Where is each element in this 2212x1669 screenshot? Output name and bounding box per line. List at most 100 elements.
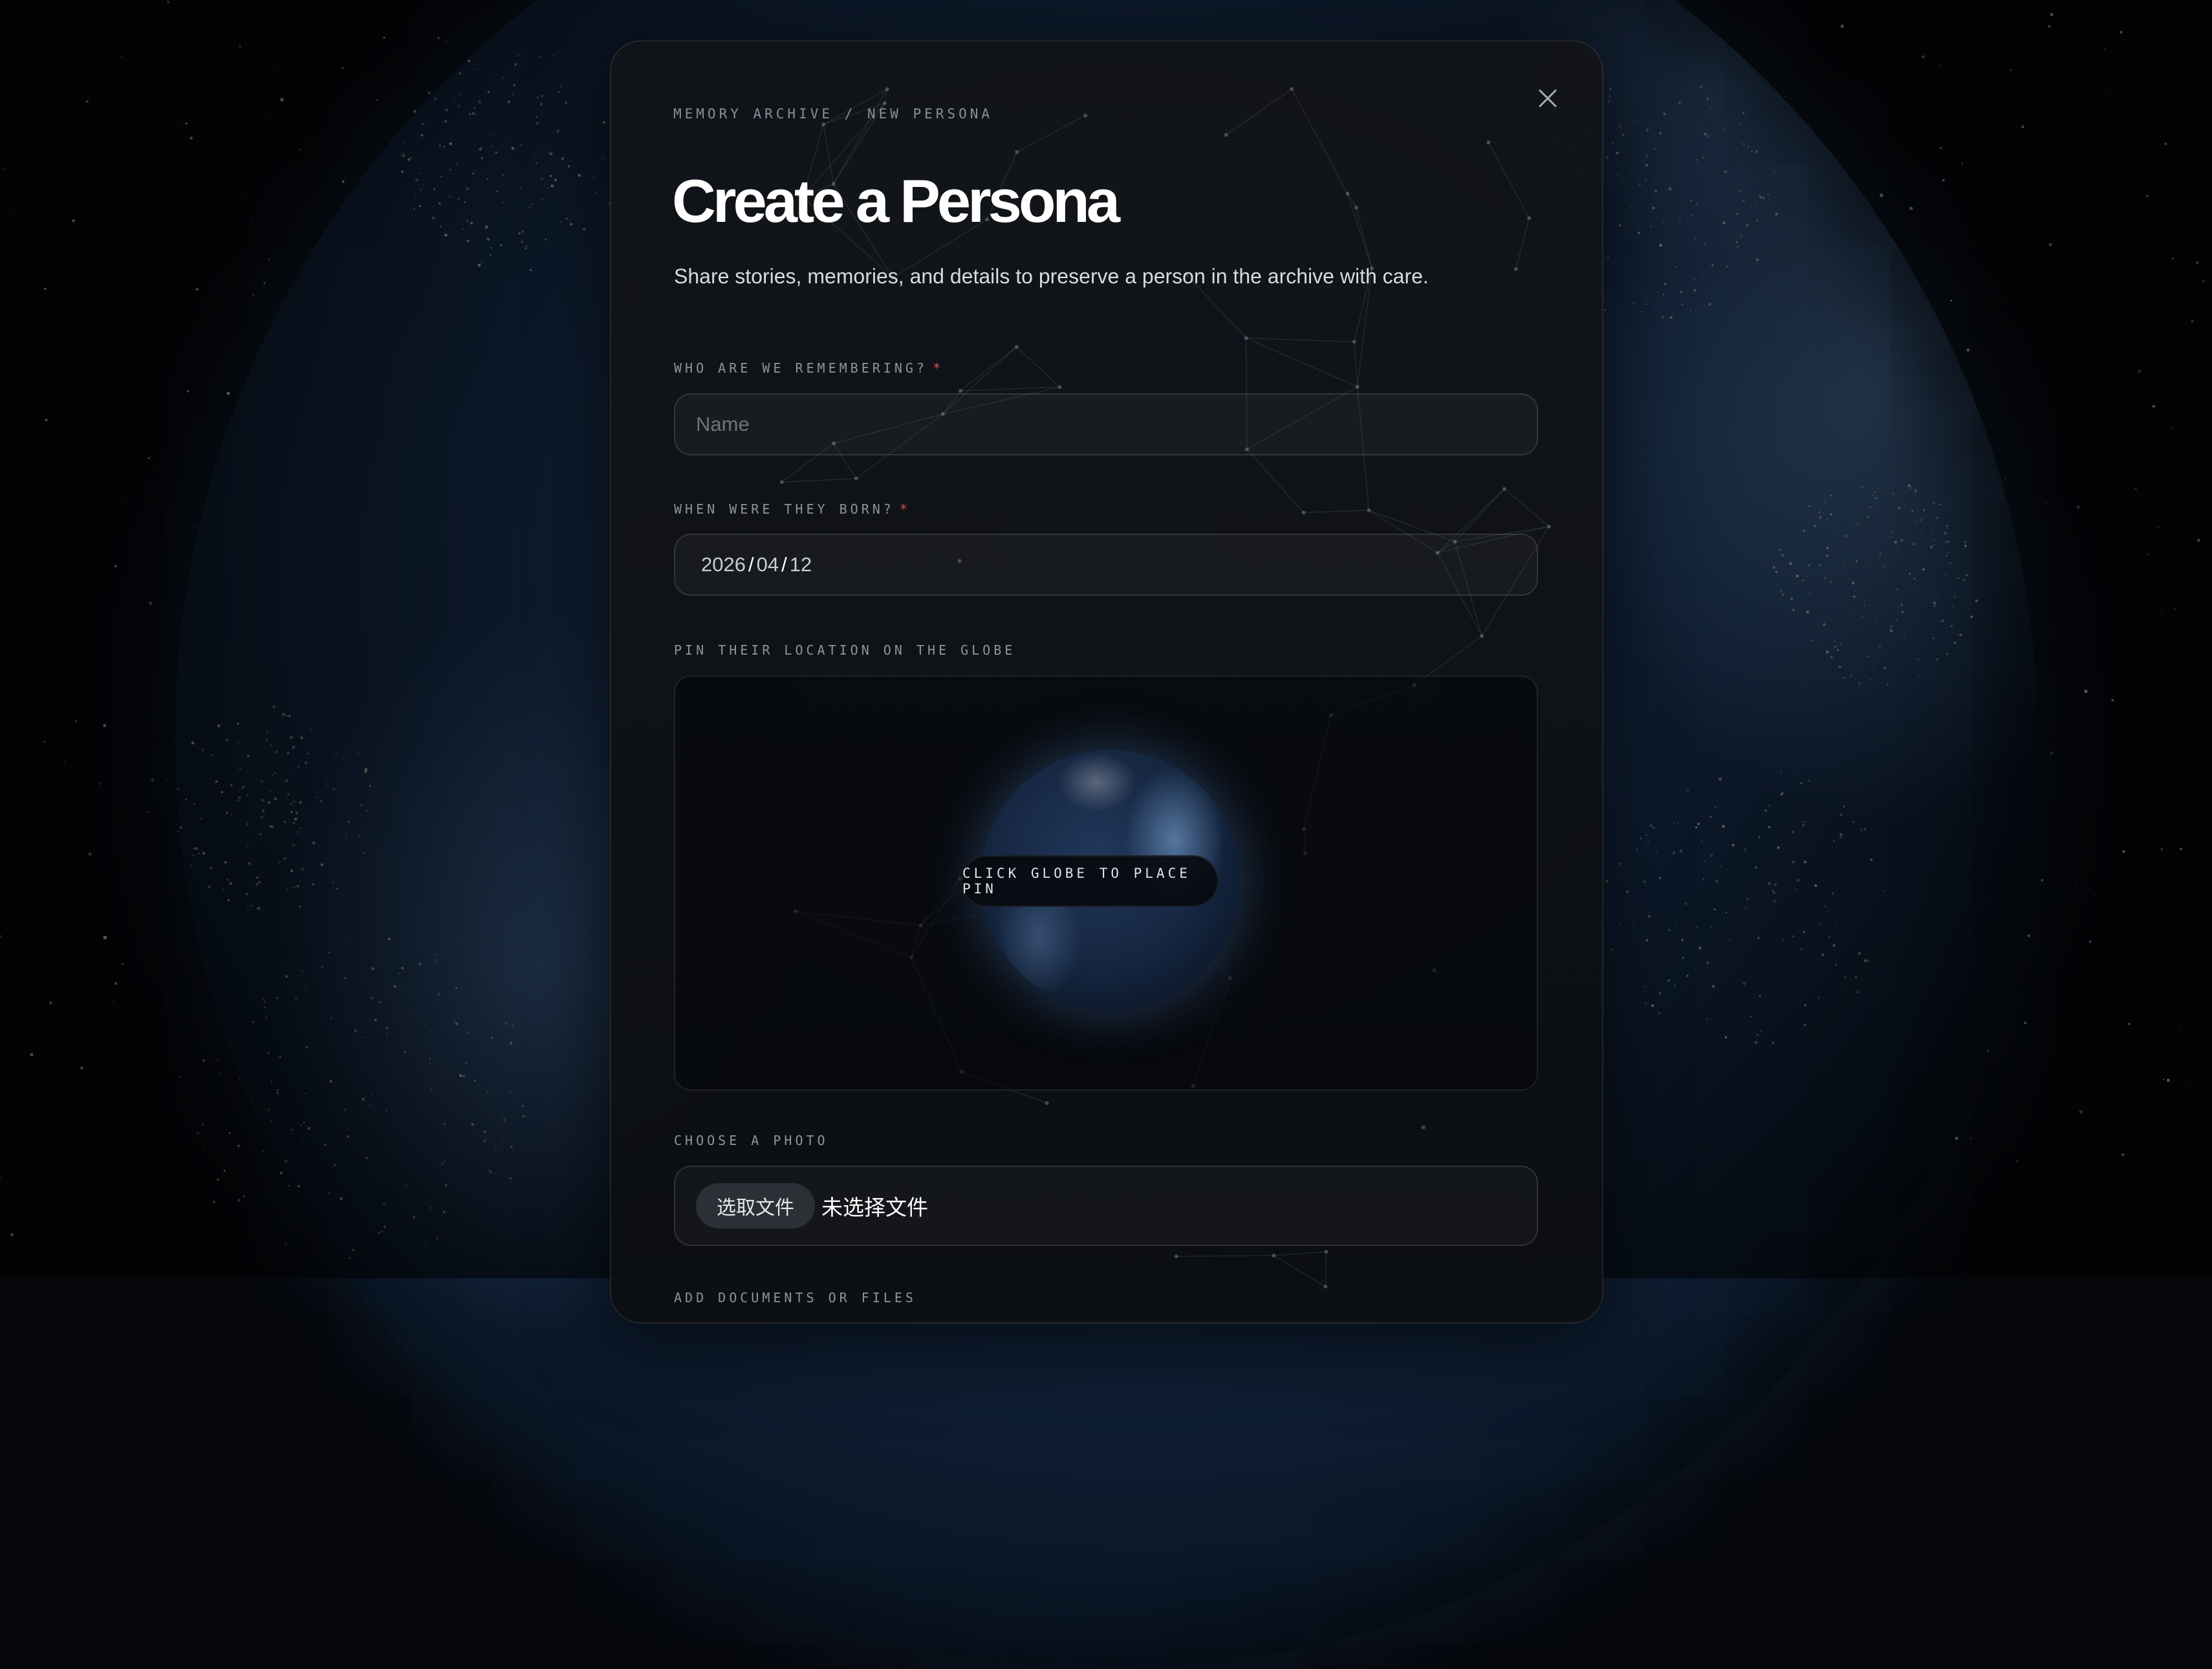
city-light: [1875, 497, 1878, 499]
date-day[interactable]: 12: [790, 553, 812, 576]
city-light: [1886, 683, 1889, 686]
city-light: [363, 852, 365, 854]
city-light: [439, 202, 441, 205]
city-light: [1698, 946, 1702, 950]
city-light: [291, 1128, 294, 1131]
city-light: [1678, 101, 1681, 104]
city-light: [259, 908, 261, 910]
city-light: [1743, 848, 1746, 851]
city-light: [1864, 828, 1866, 831]
city-light: [509, 1177, 512, 1180]
close-icon: [1539, 89, 1557, 107]
city-light: [312, 841, 316, 845]
city-light: [1814, 884, 1817, 888]
city-light: [1654, 147, 1656, 150]
city-light: [248, 862, 251, 865]
city-light: [420, 122, 422, 124]
city-light: [270, 790, 272, 792]
city-light: [1803, 1023, 1806, 1027]
photo-file-input[interactable]: 选取文件 未选择文件: [674, 1166, 1538, 1246]
close-button[interactable]: [1533, 83, 1563, 113]
city-light: [1624, 849, 1626, 851]
city-light: [1821, 588, 1823, 589]
city-light: [261, 815, 263, 818]
city-light: [298, 709, 300, 711]
name-input[interactable]: Name: [674, 393, 1538, 455]
city-light: [1710, 927, 1712, 928]
city-light: [269, 825, 272, 828]
city-light: [466, 1031, 470, 1034]
city-light: [472, 112, 475, 115]
city-light: [229, 882, 233, 885]
city-light: [1604, 309, 1607, 311]
city-light: [1859, 517, 1860, 519]
city-light: [1970, 615, 1973, 618]
city-light: [287, 751, 290, 755]
city-light: [1663, 221, 1665, 223]
birth-date-input[interactable]: 2026/04/12: [674, 534, 1538, 596]
city-light: [1638, 232, 1640, 234]
city-light: [478, 100, 481, 104]
city-light: [214, 781, 216, 783]
city-light: [385, 1109, 387, 1112]
city-light: [1946, 653, 1949, 655]
city-light: [1780, 590, 1783, 593]
network-node: [779, 480, 784, 485]
city-light: [354, 1029, 358, 1032]
city-light: [268, 801, 271, 804]
city-light: [369, 1104, 371, 1106]
city-light: [528, 206, 531, 209]
city-light: [297, 831, 299, 833]
city-light: [274, 797, 277, 801]
city-light: [1618, 862, 1621, 865]
city-light: [1918, 675, 1920, 677]
city-light: [254, 749, 255, 750]
city-light: [348, 1129, 350, 1130]
city-light: [1617, 173, 1620, 177]
choose-file-button[interactable]: 选取文件: [696, 1183, 815, 1228]
city-light: [1645, 128, 1649, 132]
photo-label: CHOOSE A PHOTO: [674, 1133, 829, 1148]
city-light: [400, 989, 401, 991]
city-light: [602, 158, 604, 160]
required-mark: *: [899, 501, 911, 517]
city-light: [556, 130, 559, 133]
city-light: [462, 228, 464, 230]
city-light: [316, 796, 318, 799]
city-light: [1700, 85, 1702, 89]
location-globe-picker[interactable]: CLICK GLOBE TO PLACE PIN: [674, 675, 1538, 1091]
city-light: [1802, 579, 1805, 582]
city-light: [1675, 266, 1678, 268]
city-light: [531, 203, 534, 205]
city-light: [520, 144, 523, 146]
date-month[interactable]: 04: [757, 553, 779, 576]
network-node: [1354, 206, 1358, 210]
city-light: [1833, 840, 1835, 842]
network-link: [1016, 115, 1086, 153]
city-light: [511, 1024, 514, 1027]
city-light: [1621, 182, 1623, 184]
city-light: [1837, 527, 1839, 529]
city-light: [1800, 948, 1803, 951]
city-light: [340, 792, 342, 793]
city-light: [1852, 821, 1854, 824]
network-node: [1290, 87, 1294, 91]
city-light: [1693, 289, 1697, 292]
city-light: [1756, 258, 1759, 261]
city-light: [1655, 920, 1657, 922]
city-light: [1873, 492, 1876, 494]
city-light: [1869, 567, 1870, 569]
city-light: [304, 864, 307, 866]
city-light: [294, 996, 298, 999]
city-light: [193, 803, 195, 805]
date-year[interactable]: 2026: [701, 553, 746, 576]
city-light: [201, 811, 203, 812]
city-light: [440, 226, 442, 228]
city-light: [1640, 837, 1642, 840]
city-light: [1894, 540, 1897, 544]
network-link: [1273, 1255, 1326, 1287]
city-light: [1795, 888, 1797, 891]
city-light: [429, 1058, 431, 1060]
city-light: [285, 1243, 287, 1245]
city-light: [1652, 206, 1655, 210]
